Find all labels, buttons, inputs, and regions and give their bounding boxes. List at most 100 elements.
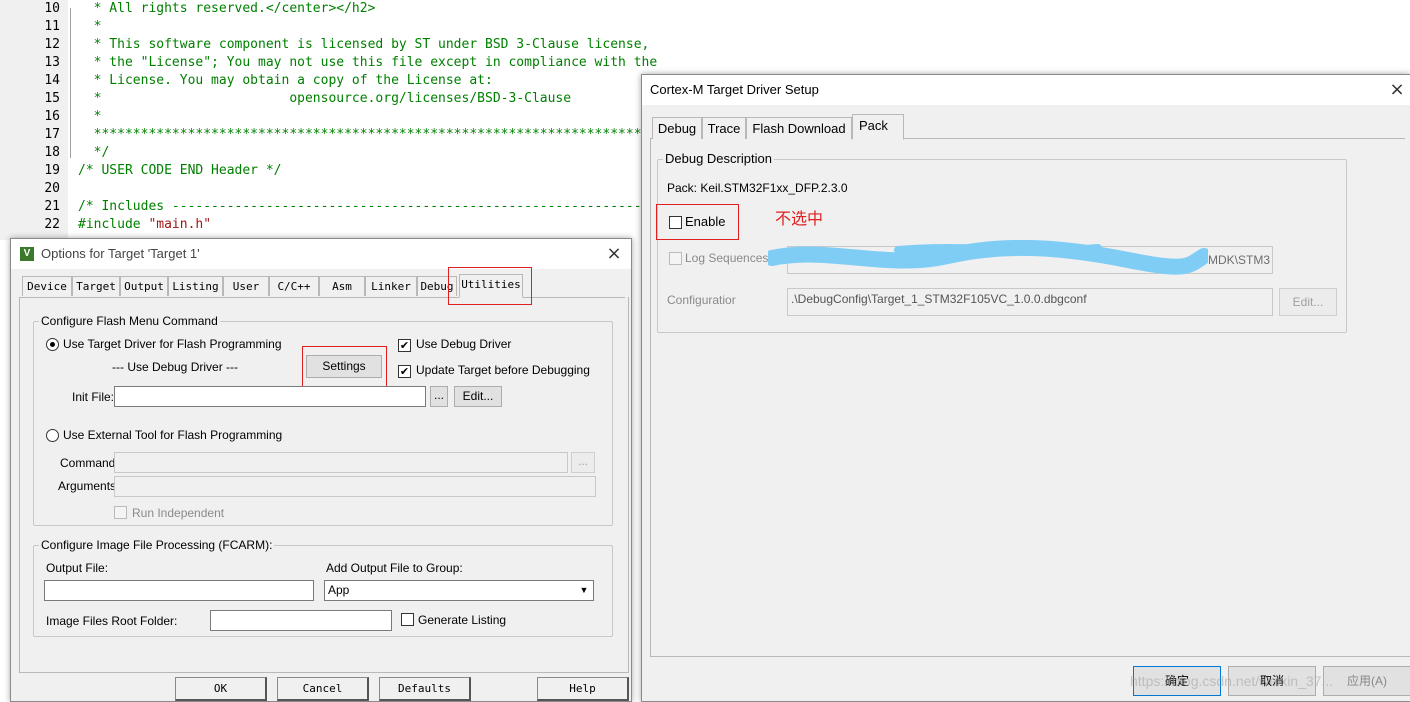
init-file-edit-button[interactable]: Edit... bbox=[454, 386, 502, 407]
line-number: 10 bbox=[44, 1, 60, 16]
line-text: * opensource.org/licenses/BSD-3-Clause bbox=[78, 91, 572, 106]
line-number: 16 bbox=[44, 109, 60, 124]
use-target-driver-label: Use Target Driver for Flash Programming bbox=[63, 337, 282, 351]
line-number: 11 bbox=[44, 19, 60, 34]
redaction-scribble bbox=[768, 240, 1208, 275]
options-for-target-dialog: V Options for Target 'Target 1' × Device… bbox=[10, 238, 632, 702]
options-titlebar: V Options for Target 'Target 1' × bbox=[11, 239, 631, 269]
keil-app-icon: V bbox=[20, 247, 34, 261]
command-label: Command: bbox=[60, 456, 119, 470]
flash-group-legend: Configure Flash Menu Command bbox=[39, 314, 220, 328]
line-text: ****************************************… bbox=[78, 127, 705, 142]
line-number: 18 bbox=[44, 145, 60, 160]
image-group-legend: Configure Image File Processing (FCARM): bbox=[39, 538, 275, 552]
highlight-settings-button bbox=[302, 346, 387, 389]
line-text: */ bbox=[78, 145, 110, 160]
close-icon[interactable]: × bbox=[1386, 79, 1408, 101]
init-file-input[interactable] bbox=[114, 386, 426, 407]
line-number: 19 bbox=[44, 163, 60, 178]
driver-titlebar: Cortex-M Target Driver Setup × bbox=[642, 75, 1410, 105]
driver-display: --- Use Debug Driver --- bbox=[112, 360, 239, 374]
log-sequences-label: Log Sequences: bbox=[685, 251, 772, 265]
line-text: * bbox=[78, 109, 102, 124]
line-text: * License. You may obtain a copy of the … bbox=[78, 73, 493, 88]
group-select[interactable]: App ▼ bbox=[324, 580, 594, 601]
line-number: 17 bbox=[44, 127, 60, 142]
line-number: 21 bbox=[44, 199, 60, 214]
highlight-enable-checkbox bbox=[656, 204, 739, 240]
checkbox-generate-listing[interactable] bbox=[401, 613, 414, 626]
checkbox-log-sequences[interactable] bbox=[669, 252, 682, 265]
image-processing-group: Configure Image File Processing (FCARM):… bbox=[33, 538, 613, 637]
checkbox-update-target[interactable]: ✔ bbox=[398, 365, 411, 378]
tab-output[interactable]: Output bbox=[120, 276, 168, 296]
radio-use-external-tool[interactable] bbox=[46, 429, 59, 442]
target-driver-setup-dialog: Cortex-M Target Driver Setup × Debug Tra… bbox=[641, 74, 1410, 702]
tab-target[interactable]: Target bbox=[72, 276, 120, 296]
config-edit-button[interactable]: Edit... bbox=[1279, 288, 1337, 316]
init-file-label: Init File: bbox=[72, 390, 115, 404]
line-text: * All rights reserved.</center></h2> bbox=[78, 1, 376, 16]
tab-device[interactable]: Device bbox=[22, 276, 72, 296]
fold-line bbox=[70, 8, 71, 158]
checkbox-use-debug-driver[interactable]: ✔ bbox=[398, 339, 411, 352]
line-number: 15 bbox=[44, 91, 60, 106]
group-select-value: App bbox=[328, 583, 350, 597]
configuration-input[interactable]: .\DebugConfig\Target_1_STM32F105VC_1.0.0… bbox=[787, 288, 1273, 316]
update-target-label: Update Target before Debugging bbox=[416, 363, 590, 377]
line-text: * the "License"; You may not use this fi… bbox=[78, 55, 658, 70]
chevron-down-icon: ▼ bbox=[579, 585, 589, 595]
configuration-label: Configuratior bbox=[667, 293, 736, 307]
output-file-input[interactable] bbox=[44, 580, 314, 601]
line-text: * This software component is licensed by… bbox=[78, 37, 650, 52]
line-text: * bbox=[78, 19, 102, 34]
tab-asm[interactable]: Asm bbox=[319, 276, 365, 296]
tab-trace[interactable]: Trace bbox=[702, 117, 746, 139]
tab-flash-download[interactable]: Flash Download bbox=[746, 117, 852, 139]
line-number: 22 bbox=[44, 217, 60, 232]
line-number: 13 bbox=[44, 55, 60, 70]
root-folder-input[interactable] bbox=[210, 610, 392, 631]
driver-tab-strip: Debug Trace Flash Download Pack bbox=[650, 114, 1405, 140]
checkbox-run-independent[interactable] bbox=[114, 506, 127, 519]
line-text: #include "main.h" bbox=[78, 217, 212, 232]
command-input[interactable] bbox=[114, 452, 568, 473]
line-number: 14 bbox=[44, 73, 60, 88]
radio-use-target-driver[interactable] bbox=[46, 338, 59, 351]
tab-listing[interactable]: Listing bbox=[168, 276, 223, 296]
debug-description-legend: Debug Description bbox=[663, 151, 774, 166]
options-dialog-title: Options for Target 'Target 1' bbox=[41, 246, 200, 261]
tab-pack[interactable]: Pack bbox=[852, 114, 904, 140]
tab-debug[interactable]: Debug bbox=[652, 117, 702, 139]
generate-listing-label: Generate Listing bbox=[418, 613, 507, 627]
root-folder-label: Image Files Root Folder: bbox=[46, 614, 178, 628]
use-external-tool-label: Use External Tool for Flash Programming bbox=[63, 428, 283, 442]
debug-description-group: Debug Description Pack: Keil.STM32F1xx_D… bbox=[656, 151, 1347, 333]
annotation-text: 不选中 bbox=[775, 211, 824, 228]
cancel-button[interactable]: Cancel bbox=[277, 677, 369, 701]
use-debug-driver-label: Use Debug Driver bbox=[416, 337, 512, 351]
flash-menu-group: Configure Flash Menu Command Use Target … bbox=[33, 314, 613, 526]
run-independent-label: Run Independent bbox=[132, 506, 225, 520]
command-browse-button[interactable]: ... bbox=[571, 452, 595, 473]
tab-cpp[interactable]: C/C++ bbox=[269, 276, 319, 296]
arguments-input[interactable] bbox=[114, 476, 596, 497]
pack-label: Pack: Keil.STM32F1xx_DFP.2.3.0 bbox=[667, 181, 848, 195]
defaults-button[interactable]: Defaults bbox=[379, 677, 471, 701]
line-number: 12 bbox=[44, 37, 60, 52]
close-icon[interactable]: × bbox=[603, 243, 625, 265]
add-output-group-label: Add Output File to Group: bbox=[326, 561, 463, 575]
help-button[interactable]: Help bbox=[537, 677, 629, 701]
output-file-label: Output File: bbox=[46, 561, 109, 575]
line-text: /* Includes ----------------------------… bbox=[78, 199, 689, 214]
log-sequences-value: MDK\STM3 bbox=[1207, 253, 1270, 267]
tab-user[interactable]: User bbox=[223, 276, 269, 296]
arguments-label: Arguments: bbox=[58, 479, 120, 493]
tab-linker[interactable]: Linker bbox=[365, 276, 417, 296]
init-file-browse-button[interactable]: ... bbox=[430, 386, 448, 407]
watermark: https://blog.csdn.net/weixin_37... bbox=[1130, 673, 1334, 689]
driver-dialog-title: Cortex-M Target Driver Setup bbox=[650, 82, 819, 97]
line-text: /* USER CODE END Header */ bbox=[78, 163, 282, 178]
ok-button[interactable]: OK bbox=[175, 677, 267, 701]
line-number: 20 bbox=[44, 181, 60, 196]
